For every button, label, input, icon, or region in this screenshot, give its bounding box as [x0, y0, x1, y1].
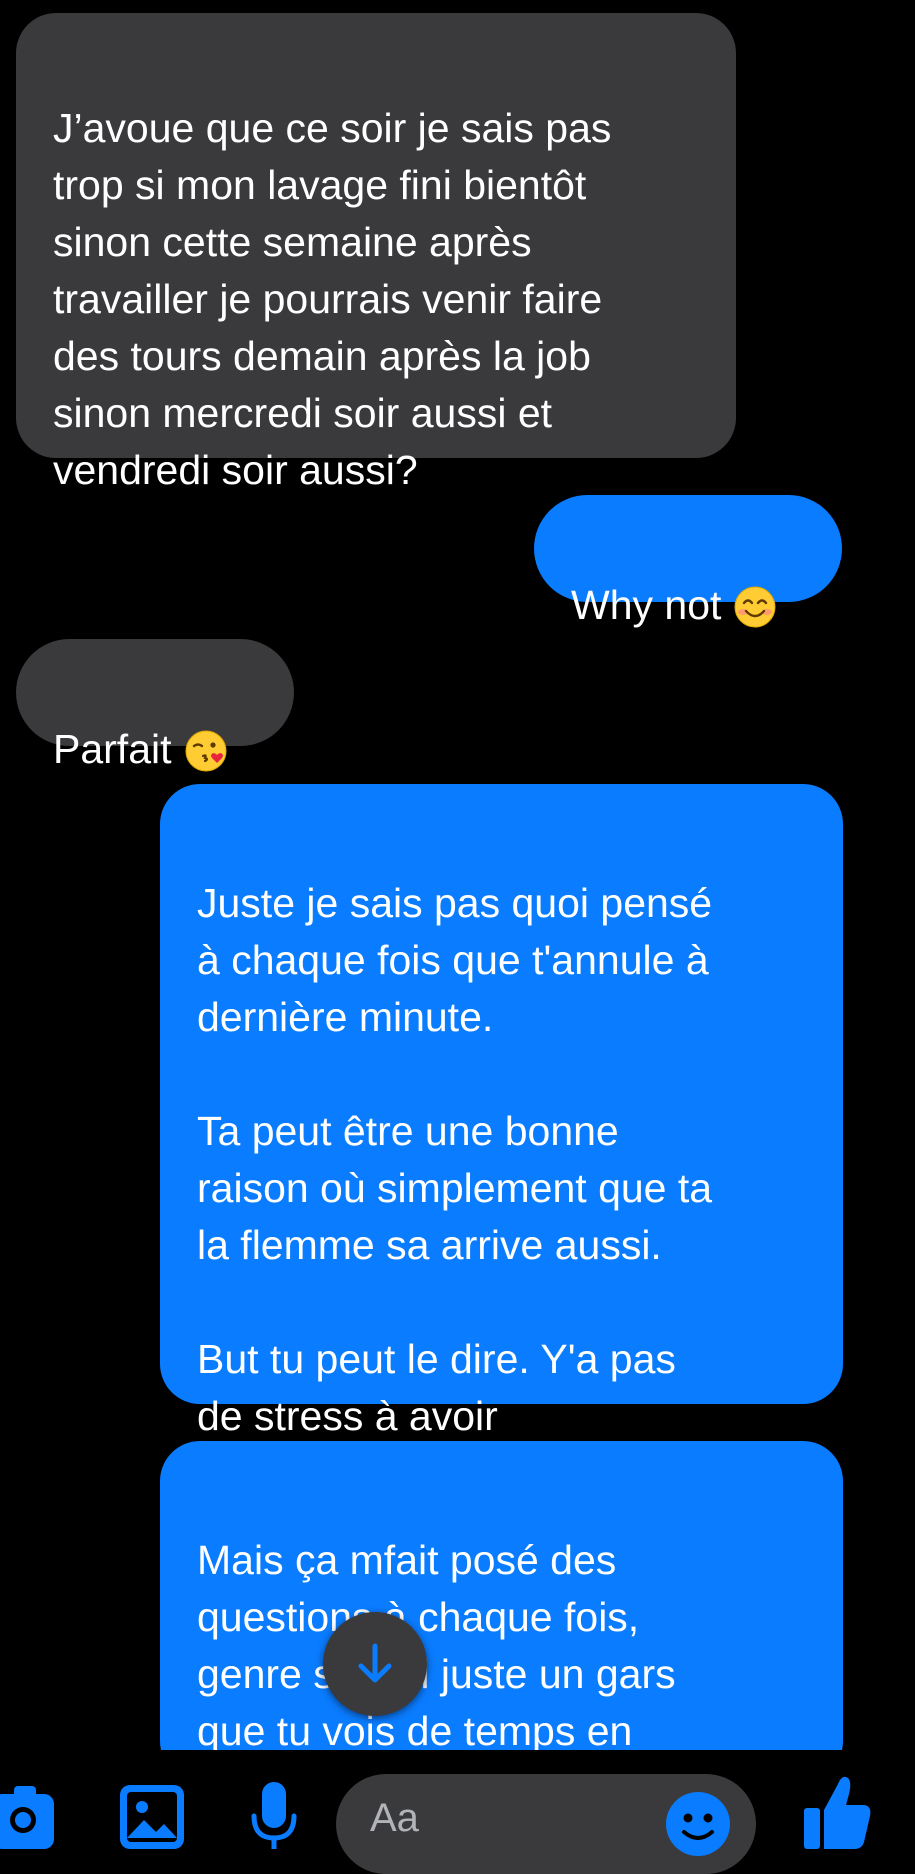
message-text: Mais ça mfait posé des questions à chaqu… — [197, 1537, 676, 1750]
emoji-button[interactable] — [664, 1788, 732, 1860]
camera-button[interactable] — [0, 1780, 60, 1849]
photo-icon — [120, 1785, 184, 1849]
message-bubble-outgoing[interactable]: Mais ça mfait posé des questions à chaqu… — [160, 1441, 843, 1750]
face-blowing-kiss-emoji — [185, 730, 226, 772]
thumbs-up-icon — [804, 1776, 871, 1849]
message-text: Why not — [571, 582, 722, 628]
microphone-button[interactable] — [248, 1780, 300, 1849]
message-bubble-incoming[interactable]: Parfait — [16, 639, 294, 772]
message-bubble-incoming[interactable]: J’avoue que ce soir je sais pas trop si … — [16, 13, 736, 493]
microphone-icon — [251, 1782, 297, 1849]
message-text: Juste je sais pas quoi pensé à chaque fo… — [197, 880, 713, 1439]
message-text: Parfait — [53, 726, 172, 772]
message-input[interactable]: Aa — [336, 1774, 756, 1874]
message-text: J’avoue que ce soir je sais pas trop si … — [53, 105, 612, 493]
smiling-face-emoji — [734, 586, 776, 628]
like-button[interactable] — [802, 1772, 872, 1849]
photo-button[interactable] — [118, 1782, 186, 1849]
message-input-placeholder: Aa — [370, 1796, 419, 1840]
message-bubble-outgoing[interactable]: Why not — [534, 495, 842, 628]
arrow-down-icon — [358, 1643, 392, 1683]
emoji-icon — [666, 1792, 730, 1856]
message-bubble-outgoing[interactable]: Juste je sais pas quoi pensé à chaque fo… — [160, 784, 843, 1439]
scroll-to-bottom-button[interactable] — [323, 1612, 427, 1716]
composer-bar: Aa — [0, 1750, 915, 1874]
message-thread[interactable]: J’avoue que ce soir je sais pas trop si … — [0, 0, 915, 1750]
camera-icon — [0, 1786, 54, 1849]
